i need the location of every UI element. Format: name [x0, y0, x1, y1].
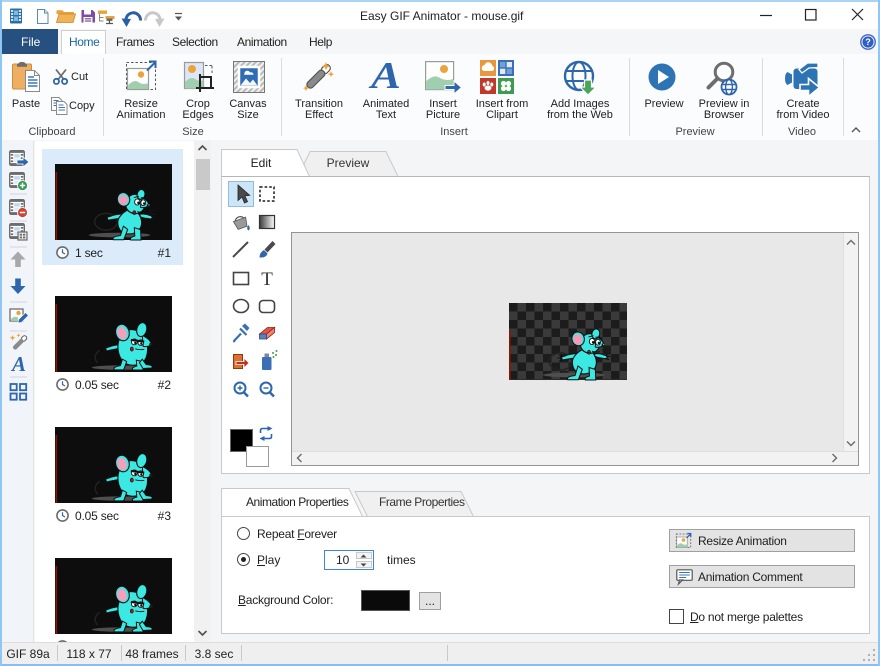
svg-text:T: T: [261, 269, 273, 290]
svg-text:?: ?: [865, 37, 871, 47]
svg-text:A: A: [10, 352, 26, 376]
